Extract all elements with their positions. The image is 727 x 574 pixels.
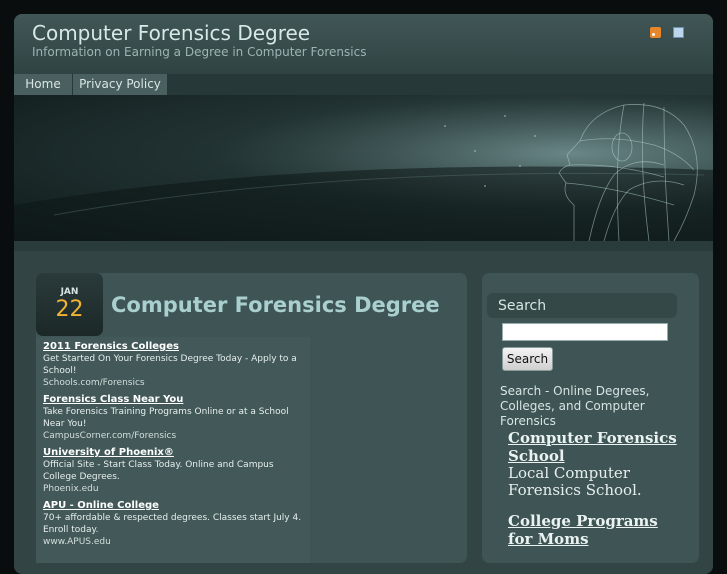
date-day: 22 <box>55 297 84 322</box>
ad-item: APU - Online College 70+ affordable & re… <box>43 500 307 548</box>
nav-item-privacy-policy[interactable]: Privacy Policy <box>73 74 167 95</box>
sidebar-link[interactable]: College Programs for Moms <box>508 512 683 548</box>
search-heading: Search <box>498 298 547 314</box>
date-badge: JAN 22 <box>36 273 103 336</box>
rss-icon[interactable] <box>650 27 661 38</box>
ad-block: 2011 Forensics Colleges Get Started On Y… <box>36 337 310 563</box>
ad-description: Get Started On Your Forensics Degree Tod… <box>43 354 297 376</box>
header-banner-image <box>14 95 713 241</box>
ad-url[interactable]: Phoenix.edu <box>43 483 307 495</box>
sidebar-link-list: Computer Forensics School Local Computer… <box>508 429 683 563</box>
post-title[interactable]: Computer Forensics Degree <box>111 293 440 317</box>
ad-title[interactable]: University of Phoenix® <box>43 447 307 459</box>
ad-description: Official Site - Start Class Today. Onlin… <box>43 460 274 482</box>
ad-url[interactable]: CampusCorner.com/Forensics <box>43 430 307 442</box>
site-header: Computer Forensics Degree Information on… <box>14 14 713 74</box>
sidebar-link[interactable]: Computer Forensics School <box>508 429 683 465</box>
search-button[interactable]: Search <box>502 347 553 371</box>
ad-title[interactable]: 2011 Forensics Colleges <box>43 341 307 353</box>
post-card: JAN 22 Computer Forensics Degree 2011 Fo… <box>36 273 467 563</box>
ad-url[interactable]: Schools.com/Forensics <box>43 377 307 389</box>
search-caption: Search - Online Degrees, Colleges, and C… <box>500 384 650 428</box>
sidebar: Search Search Search - Online Degrees, C… <box>482 273 699 563</box>
ad-description: 70+ affordable & respected degrees. Clas… <box>43 513 302 535</box>
ad-description: Take Forensics Training Programs Online … <box>43 407 289 429</box>
ad-url[interactable]: www.APUS.edu <box>43 536 307 548</box>
nav-item-home[interactable]: Home <box>14 74 72 95</box>
ad-item: Forensics Class Near You Take Forensics … <box>43 394 307 442</box>
search-input[interactable] <box>502 323 668 341</box>
date-month: JAN <box>60 287 79 297</box>
ad-title[interactable]: APU - Online College <box>43 500 307 512</box>
site-tagline: Information on Earning a Degree in Compu… <box>32 45 367 59</box>
content-divider <box>14 241 713 251</box>
ad-item: University of Phoenix® Official Site - S… <box>43 447 307 495</box>
ad-title[interactable]: Forensics Class Near You <box>43 394 307 406</box>
ad-item: 2011 Forensics Colleges Get Started On Y… <box>43 341 307 389</box>
mail-icon[interactable] <box>673 27 684 38</box>
sidebar-link-description: Local Computer Forensics School. Improve… <box>508 465 660 499</box>
main-nav: Home Privacy Policy <box>14 74 713 95</box>
wireframe-head-illustration <box>14 95 713 241</box>
site-title[interactable]: Computer Forensics Degree <box>32 21 310 45</box>
page-frame: Computer Forensics Degree Information on… <box>14 14 713 574</box>
